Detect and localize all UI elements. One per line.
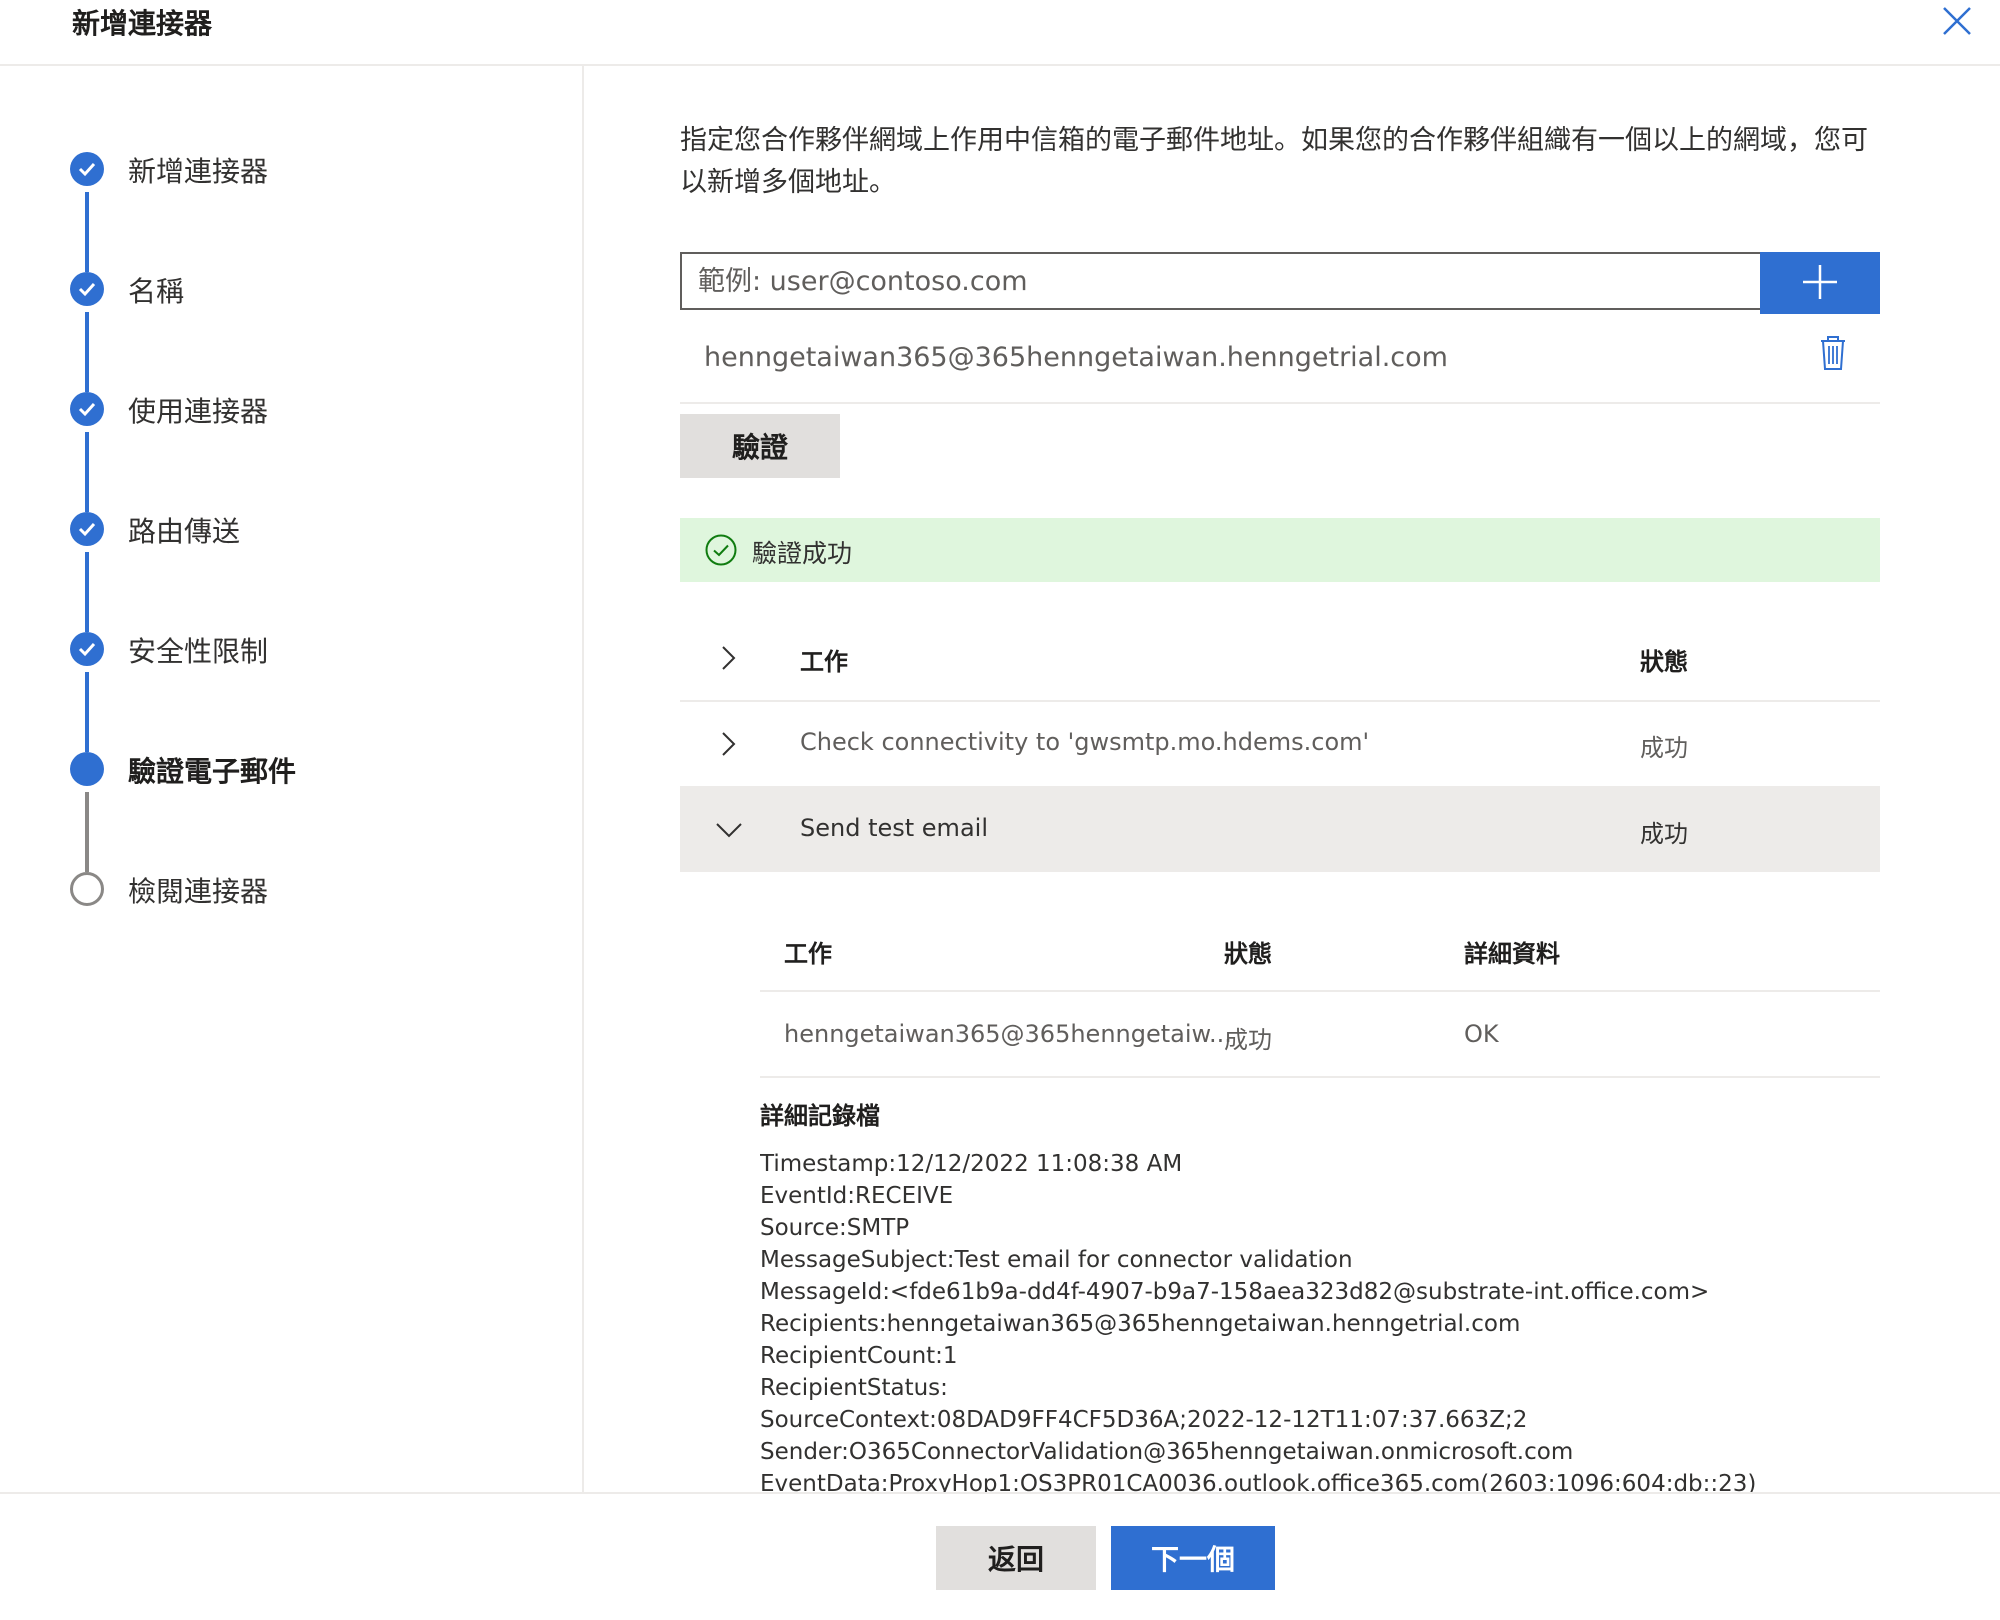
step-label: 使用連接器 xyxy=(128,395,269,428)
added-email-address: henngetaiwan365@365henngetaiwan.henngetr… xyxy=(704,342,1448,373)
log-line: SourceContext:08DAD9FF4CF5D36A;2022-12-1… xyxy=(760,1407,1528,1433)
description-text: 指定您合作夥伴網域上作用中信箱的電子郵件地址。如果您的合作夥伴組織有一個以上的網… xyxy=(680,125,1868,198)
success-message-bar: 驗證成功 xyxy=(680,518,1880,582)
log-line: Sender:O365ConnectorValidation@365hennge… xyxy=(760,1439,1574,1465)
check-icon xyxy=(70,512,104,546)
check-icon xyxy=(70,152,104,186)
log-line: Timestamp:12/12/2022 11:08:38 AM xyxy=(760,1151,1183,1177)
step-label: 新增連接器 xyxy=(128,155,269,188)
delete-icon[interactable] xyxy=(1818,334,1848,376)
dialog-header: 新增連接器 xyxy=(0,0,2000,66)
dialog-title: 新增連接器 xyxy=(72,7,213,40)
log-line: RecipientStatus: xyxy=(760,1375,948,1401)
step-label: 安全性限制 xyxy=(128,635,269,668)
chevron-down-icon[interactable] xyxy=(714,818,744,846)
close-icon[interactable] xyxy=(1940,4,1974,38)
table-row-expanded[interactable]: Send test email 成功 xyxy=(680,788,1880,872)
step-label: 驗證電子郵件 xyxy=(128,755,297,788)
results-table-header: 工作 狀態 xyxy=(680,616,1880,702)
column-header-task[interactable]: 工作 xyxy=(800,642,848,677)
step-connector-line xyxy=(85,552,89,632)
step-label: 路由傳送 xyxy=(128,515,241,548)
current-step-icon xyxy=(70,752,104,786)
next-button[interactable]: 下一個 xyxy=(1111,1526,1275,1590)
details-cell: OK xyxy=(1464,1020,1499,1048)
task-cell: henngetaiwan365@365henngetaiw... xyxy=(784,1020,1232,1048)
add-email-button[interactable] xyxy=(1760,252,1880,314)
added-email-row: henngetaiwan365@365henngetaiwan.henngetr… xyxy=(680,322,1880,404)
log-content: Timestamp:12/12/2022 11:08:38 AM EventId… xyxy=(760,1148,1880,1506)
task-cell: Send test email xyxy=(800,814,988,842)
expand-all-chevron-icon[interactable] xyxy=(716,644,740,676)
task-cell: Check connectivity to 'gwsmtp.mo.hdems.c… xyxy=(800,728,1370,756)
status-cell: 成功 xyxy=(1224,1026,1272,1054)
check-icon xyxy=(70,632,104,666)
pending-step-icon xyxy=(70,872,104,906)
step-connector-line xyxy=(85,192,89,272)
plus-icon xyxy=(1803,264,1837,299)
wizard-stepper: 新增連接器 名稱 使用連接器 路由傳送 安全性限制 驗證電子郵件 檢閱連接器 xyxy=(0,66,584,1492)
subtable-header: 工作 狀態 詳細資料 xyxy=(760,906,1880,992)
table-row[interactable]: Check connectivity to 'gwsmtp.mo.hdems.c… xyxy=(680,702,1880,788)
success-message: 驗證成功 xyxy=(752,539,853,568)
step-connector-line xyxy=(85,312,89,392)
back-button[interactable]: 返回 xyxy=(936,1526,1096,1590)
log-line: MessageId:<fde61b9a-dd4f-4907-b9a7-158ae… xyxy=(760,1279,1710,1305)
log-line: RecipientCount:1 xyxy=(760,1343,958,1369)
log-title: 詳細記錄檔 xyxy=(760,1102,880,1130)
check-icon xyxy=(70,392,104,426)
step-connector-line xyxy=(85,672,89,752)
table-row: henngetaiwan365@365henngetaiw... 成功 OK xyxy=(760,992,1880,1078)
verify-button[interactable]: 驗證 xyxy=(680,414,840,478)
step-label: 檢閱連接器 xyxy=(128,875,269,908)
step-connector-line xyxy=(85,432,89,512)
step-label: 名稱 xyxy=(128,275,185,308)
status-cell: 成功 xyxy=(1640,820,1688,848)
log-line: Source:SMTP xyxy=(760,1215,910,1241)
log-line: EventId:RECEIVE xyxy=(760,1183,954,1209)
check-icon xyxy=(70,272,104,306)
email-address-input[interactable] xyxy=(680,252,1770,310)
column-header-status[interactable]: 狀態 xyxy=(1640,642,1688,677)
status-cell: 成功 xyxy=(1640,734,1688,762)
column-header-task: 工作 xyxy=(784,940,832,968)
log-line: Recipients:henngetaiwan365@365henngetaiw… xyxy=(760,1311,1521,1337)
success-check-icon xyxy=(704,533,738,571)
log-line: MessageSubject:Test email for connector … xyxy=(760,1247,1353,1273)
step-connector-line xyxy=(85,792,89,872)
dialog-footer: 返回 下一個 xyxy=(0,1492,2000,1620)
chevron-right-icon[interactable] xyxy=(716,730,740,762)
column-header-details: 詳細資料 xyxy=(1464,940,1560,968)
column-header-status: 狀態 xyxy=(1224,940,1272,968)
